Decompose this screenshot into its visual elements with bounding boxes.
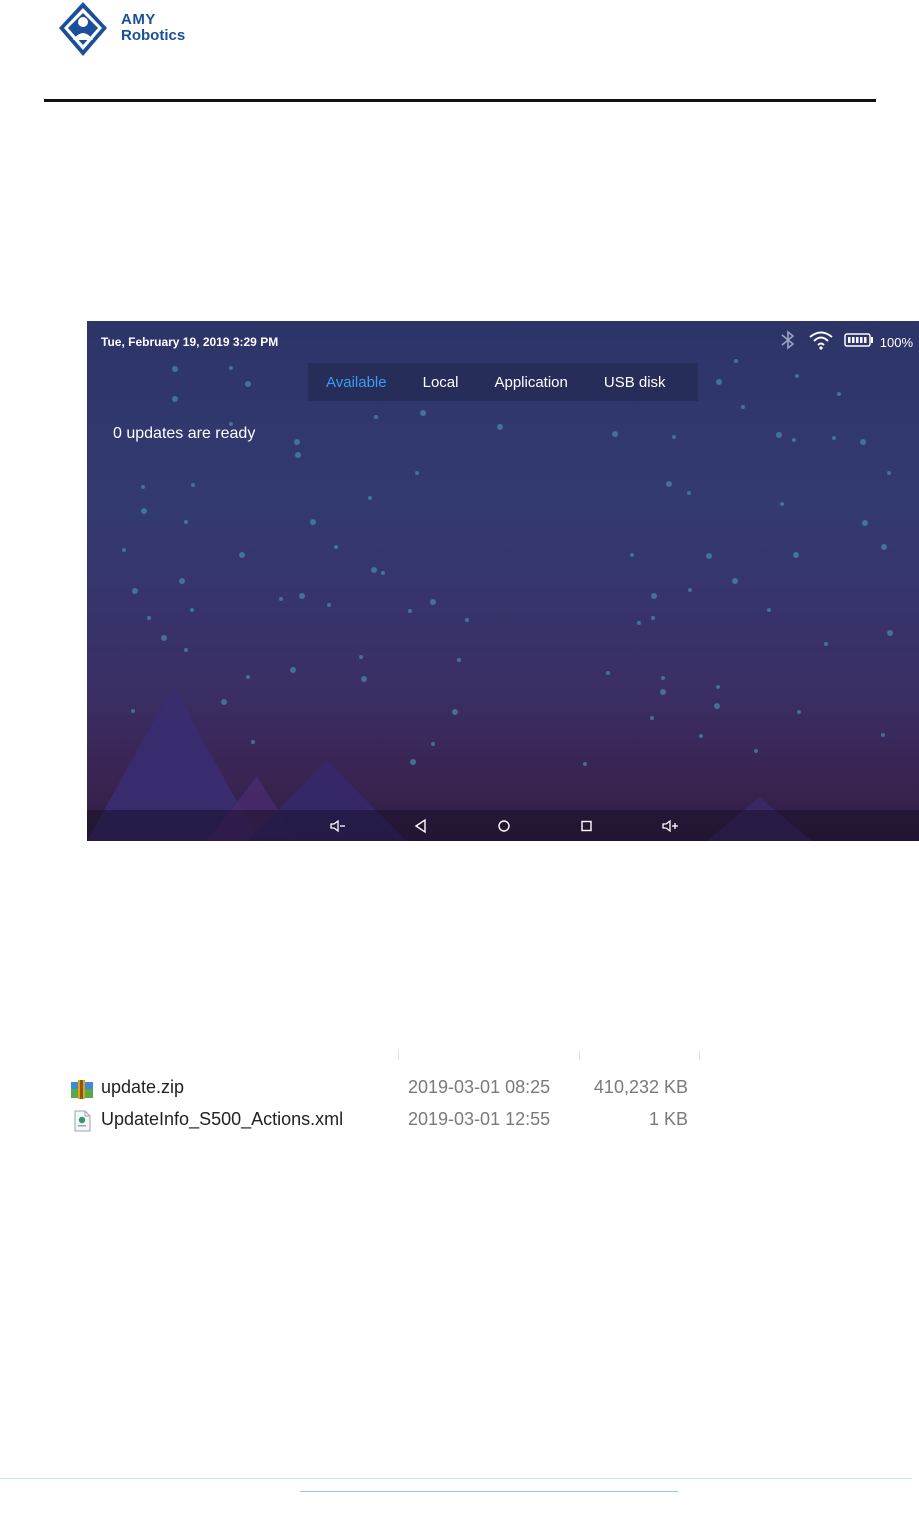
status-bar: Tue, February 19, 2019 3:29 PM 100%: [87, 321, 919, 365]
wifi-icon: [808, 330, 834, 355]
file-size: 410,232 KB: [593, 1077, 688, 1097]
footer-accent-line: [300, 1491, 678, 1492]
footer-divider: [0, 1478, 912, 1479]
file-row-update-zip[interactable]: update.zip 2019-03-01 08:25 410,232 KB: [70, 1075, 710, 1105]
tab-available[interactable]: Available: [308, 374, 405, 391]
file-date: 2019-03-01 12:55: [408, 1109, 551, 1129]
amy-robotics-logo: AMY Robotics: [55, 0, 215, 60]
file-name: update.zip: [101, 1077, 185, 1097]
file-date: 2019-03-01 08:25: [408, 1077, 551, 1097]
recents-icon[interactable]: [578, 818, 596, 834]
update-source-tabs: Available Local Application USB disk: [308, 363, 698, 401]
header-divider: [44, 99, 876, 102]
xml-file-icon: [70, 1109, 94, 1133]
battery-percentage: 100%: [879, 334, 913, 350]
volume-down-icon[interactable]: [329, 818, 347, 834]
file-row-updateinfo-xml[interactable]: UpdateInfo_S500_Actions.xml 2019-03-01 1…: [70, 1107, 710, 1137]
tab-application[interactable]: Application: [476, 374, 585, 391]
tab-usb-disk[interactable]: USB disk: [586, 374, 684, 391]
logo-text-amy: AMY: [121, 11, 156, 28]
robot-logo-icon: [59, 2, 107, 56]
updates-ready-message: 0 updates are ready: [113, 425, 256, 442]
column-divider[interactable]: [398, 1050, 399, 1060]
back-icon[interactable]: [412, 818, 430, 834]
volume-up-icon[interactable]: [661, 818, 679, 834]
status-datetime: Tue, February 19, 2019 3:29 PM: [101, 335, 279, 349]
tab-local[interactable]: Local: [405, 374, 477, 391]
device-screen: Tue, February 19, 2019 3:29 PM 100% Avai…: [87, 321, 919, 841]
home-icon[interactable]: [495, 818, 513, 834]
android-navigation-bar: [87, 810, 919, 841]
battery-icon: [844, 332, 874, 353]
column-divider[interactable]: [699, 1050, 700, 1060]
logo-text-robotics: Robotics: [121, 27, 186, 44]
zip-archive-icon: [70, 1077, 94, 1101]
file-name: UpdateInfo_S500_Actions.xml: [101, 1109, 344, 1129]
bluetooth-icon: [778, 329, 798, 356]
file-size: 1 KB: [648, 1109, 688, 1129]
column-divider[interactable]: [579, 1050, 580, 1060]
